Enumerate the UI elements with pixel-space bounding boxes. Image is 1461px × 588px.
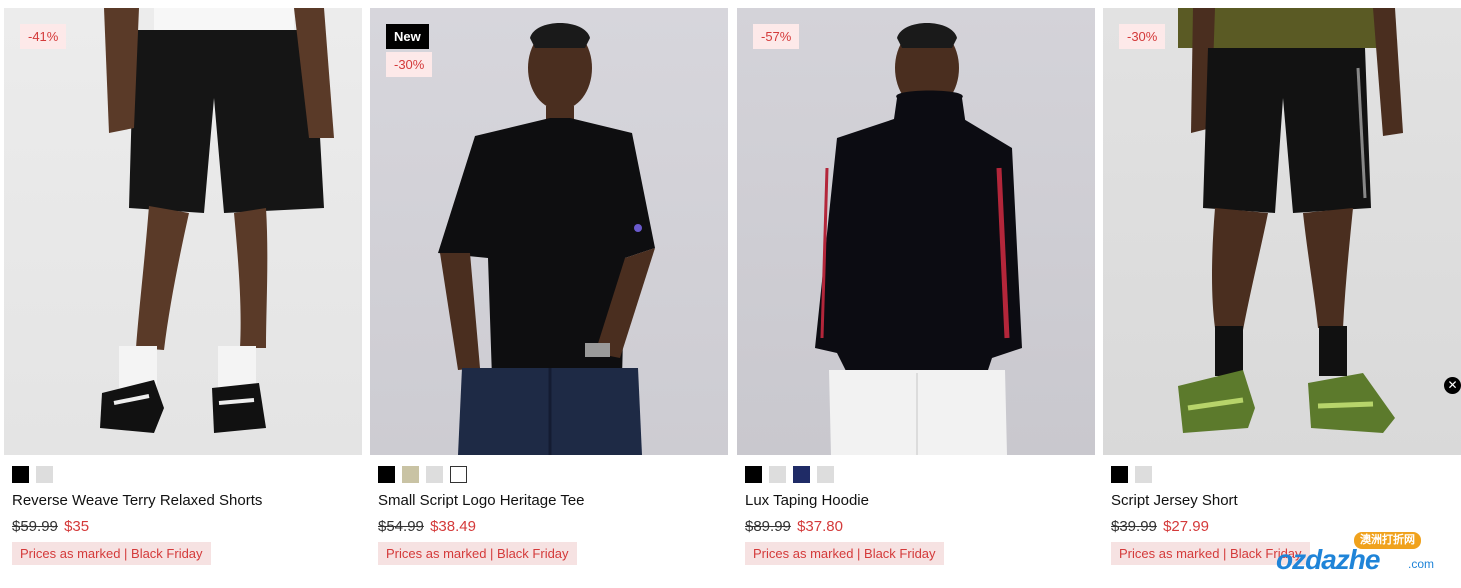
swatch-light-grey[interactable] [426,466,443,483]
promo-tag: Prices as marked | Black Friday [745,542,944,565]
original-price: $39.99 [1111,518,1157,535]
product-photo-shorts [100,8,334,433]
swatch-navy[interactable] [793,466,810,483]
price-row: $39.99 $27.99 [1111,518,1209,535]
product-image[interactable] [1103,8,1461,455]
sale-price: $35 [64,518,90,535]
price-row: $89.99 $37.80 [745,518,843,535]
product-name[interactable]: Reverse Weave Terry Relaxed Shorts [12,492,262,509]
product-name[interactable]: Small Script Logo Heritage Tee [378,492,585,509]
product-image[interactable] [737,8,1095,455]
discount-badge: -57% [753,24,800,49]
swatch-black[interactable] [745,466,762,483]
swatch-light-grey[interactable] [769,466,786,483]
color-swatches [1111,466,1152,483]
original-price: $89.99 [745,518,791,535]
promo-tag: Prices as marked | Black Friday [378,542,577,565]
original-price: $54.99 [378,518,424,535]
color-swatches [378,466,467,483]
sale-price: $38.49 [430,518,476,535]
watermark-main-text: ozdazhe [1276,544,1380,575]
original-price: $59.99 [12,518,58,535]
swatch-light-grey[interactable] [36,466,53,483]
discount-badge: -41% [20,24,67,49]
price-row: $59.99 $35 [12,518,89,535]
product-card[interactable]: -41% Reverse Weave Terry Relaxed Shorts … [4,8,362,588]
product-photo-hoodie [815,23,1022,455]
product-card[interactable]: -57% Lux Taping Hoodie $89.99 $37.80 Pri… [737,8,1095,588]
sale-price: $37.80 [797,518,843,535]
product-image[interactable] [4,8,362,455]
discount-badge: -30% [386,52,433,77]
color-swatches [12,466,53,483]
product-name[interactable]: Script Jersey Short [1111,492,1238,509]
sale-price: $27.99 [1163,518,1209,535]
product-grid: -41% Reverse Weave Terry Relaxed Shorts … [4,8,1461,588]
watermark-suffix: .com [1408,557,1435,571]
product-card[interactable]: -30% Script Jersey Short $39.99 $27.99 P… [1103,8,1461,588]
close-icon[interactable]: ✕ [1444,377,1461,394]
product-card[interactable]: New -30% Small Script Logo Heritage Tee … [370,8,728,588]
price-row: $54.99 $38.49 [378,518,476,535]
new-badge: New [386,24,429,49]
swatch-black[interactable] [378,466,395,483]
swatch-black[interactable] [12,466,29,483]
swatch-light-grey[interactable] [1135,466,1152,483]
swatch-black[interactable] [1111,466,1128,483]
swatch-khaki[interactable] [402,466,419,483]
promo-tag: Prices as marked | Black Friday [12,542,211,565]
watermark-logo: 澳洲打折网 ozdazhe .com [1276,532,1446,580]
product-name[interactable]: Lux Taping Hoodie [745,492,869,509]
discount-badge: -30% [1119,24,1166,49]
product-photo-jersey-short [1178,8,1403,433]
swatch-light-grey[interactable] [817,466,834,483]
swatch-white[interactable] [450,466,467,483]
color-swatches [745,466,834,483]
